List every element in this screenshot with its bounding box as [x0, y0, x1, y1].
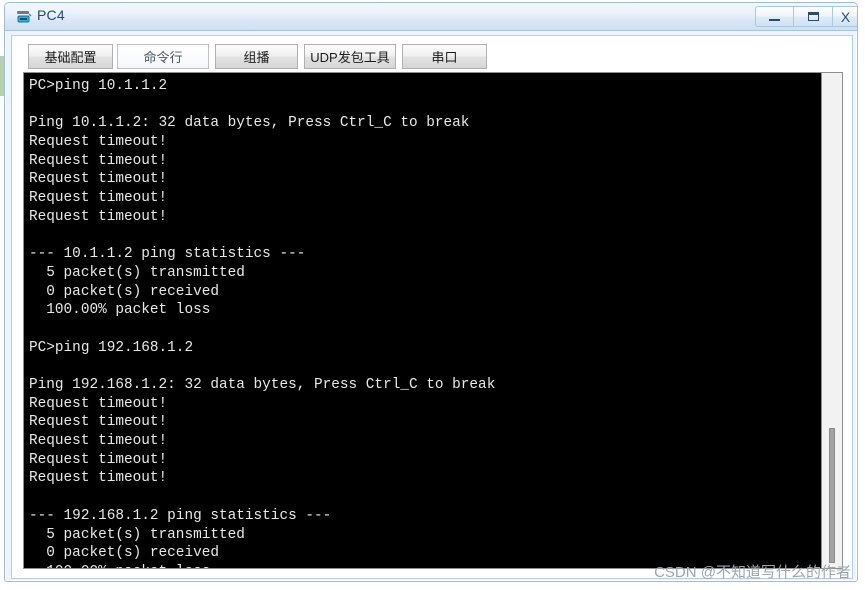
minimize-button[interactable]: [755, 6, 794, 27]
command-line-console[interactable]: PC>ping 10.1.1.2 Ping 10.1.1.2: 32 data …: [23, 72, 843, 569]
tab-label: 组播: [243, 50, 270, 65]
console-line: 100.00% packet loss: [29, 302, 211, 319]
console-line: Request timeout!: [29, 433, 168, 450]
close-icon: X: [840, 8, 851, 25]
console-output-area[interactable]: PC>ping 10.1.1.2 Ping 10.1.1.2: 32 data …: [24, 73, 821, 568]
console-line: --- 10.1.1.2 ping statistics ---: [29, 246, 306, 263]
console-line: Request timeout!: [29, 414, 168, 431]
device-icon: [15, 8, 33, 26]
console-line: --- 192.168.1.2 ping statistics ---: [29, 507, 332, 524]
console-line: 5 packet(s) transmitted: [29, 526, 245, 543]
console-line: PC>ping 10.1.1.2: [29, 78, 168, 94]
tab-label: 串口: [431, 50, 458, 65]
tab-4[interactable]: 串口: [402, 44, 487, 69]
console-line: Request timeout!: [29, 152, 168, 169]
terminal-vertical-scrollbar[interactable]: [821, 73, 842, 568]
maximize-icon: [807, 12, 819, 21]
tab-label: 命令行: [143, 50, 183, 65]
tab-3[interactable]: UDP发包工具: [304, 44, 396, 69]
console-line: Request timeout!: [29, 134, 168, 151]
maximize-button[interactable]: [794, 6, 833, 27]
console-line: Request timeout!: [29, 171, 168, 188]
console-line: 0 packet(s) received: [29, 283, 219, 300]
console-line: Request timeout!: [29, 470, 168, 487]
console-line: 5 packet(s) transmitted: [29, 264, 245, 281]
close-button[interactable]: X: [833, 6, 857, 27]
tab-2[interactable]: 组播: [215, 44, 298, 69]
console-line: Request timeout!: [29, 395, 168, 412]
console-text: PC>ping 10.1.1.2 Ping 10.1.1.2: 32 data …: [29, 77, 821, 568]
console-line: Request timeout!: [29, 451, 168, 468]
window-client-area: 基础配置 命令行 组播 UDP发包工具 串口 PC>ping 10.1.1.2 Ping…: [11, 35, 853, 579]
tab-label: UDP发包工具: [310, 50, 390, 65]
minimize-icon: [769, 18, 780, 21]
csdn-watermark: CSDN @不知道写什么的作者: [654, 564, 851, 581]
console-line: PC>ping 192.168.1.2: [29, 339, 194, 356]
console-line: Ping 192.168.1.2: 32 data bytes, Press C…: [29, 377, 496, 393]
tab-strip: 基础配置 命令行 组播 UDP发包工具 串口: [12, 36, 852, 69]
tab-0[interactable]: 基础配置: [28, 44, 113, 69]
console-line: Ping 10.1.1.2: 32 data bytes, Press Ctrl…: [29, 115, 470, 132]
window-titlebar[interactable]: PC4 X: [5, 3, 857, 31]
scrollbar-thumb[interactable]: [829, 428, 835, 563]
tab-1[interactable]: 命令行: [117, 44, 209, 69]
console-line: Request timeout!: [29, 208, 168, 225]
pc4-window: PC4 X 基础配置 命令行 组播 UDP发包工具 串口 PC>ping 10.1.1.…: [4, 2, 858, 582]
tab-label: 基础配置: [44, 50, 97, 65]
window-title: PC4: [37, 7, 65, 23]
console-line: Request timeout!: [29, 190, 168, 207]
